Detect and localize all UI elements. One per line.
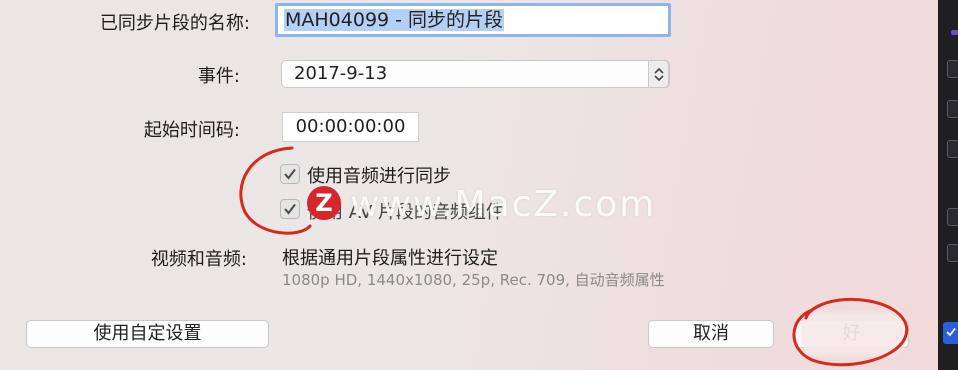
watermark-text: www.MacZ.com bbox=[350, 184, 657, 225]
panel-box-icon bbox=[947, 60, 958, 78]
use-custom-settings-button[interactable]: 使用自定设置 bbox=[26, 320, 269, 348]
checkmark-icon bbox=[284, 203, 296, 215]
purple-marker-icon bbox=[951, 30, 958, 35]
av-audio-components-checkbox[interactable] bbox=[280, 199, 300, 219]
video-audio-detail: 1080p HD, 1440x1080, 25p, Rec. 709, 自动音频… bbox=[282, 271, 665, 289]
event-value: 2017-9-13 bbox=[294, 63, 388, 84]
start-timecode-field[interactable]: 00:00:00:00 bbox=[282, 112, 419, 142]
video-audio-label: 视频和音频: bbox=[150, 249, 247, 270]
checkmark-icon bbox=[284, 168, 296, 180]
clip-name-label: 已同步片段的名称: bbox=[99, 13, 250, 34]
panel-box-icon bbox=[947, 208, 958, 226]
red-circle-checkboxes bbox=[239, 146, 312, 235]
start-timecode-label: 起始时间码: bbox=[143, 120, 240, 141]
background-app-edge bbox=[938, 0, 958, 370]
panel-box-icon bbox=[947, 100, 958, 118]
event-select[interactable]: 2017-9-13 bbox=[281, 60, 670, 88]
panel-box-icon bbox=[947, 140, 958, 158]
cancel-button[interactable]: 取消 bbox=[648, 320, 774, 348]
video-audio-value: 根据通用片段属性进行设定 bbox=[282, 248, 498, 269]
checkbox-checked-icon bbox=[943, 322, 958, 344]
synchronize-clips-dialog: 已同步片段的名称: MAH04099 - 同步的片段 事件: 2017-9-13… bbox=[0, 0, 938, 370]
use-audio-sync-checkbox[interactable] bbox=[280, 164, 300, 184]
event-label: 事件: bbox=[197, 66, 240, 87]
stepper-arrows-icon[interactable] bbox=[648, 60, 669, 88]
panel-box-icon bbox=[947, 244, 958, 262]
macz-logo-icon: Z bbox=[307, 186, 341, 220]
obscured-overlay bbox=[800, 312, 904, 356]
clip-name-value[interactable]: MAH04099 - 同步的片段 bbox=[284, 9, 505, 31]
clip-name-input[interactable]: MAH04099 - 同步的片段 bbox=[275, 3, 671, 37]
